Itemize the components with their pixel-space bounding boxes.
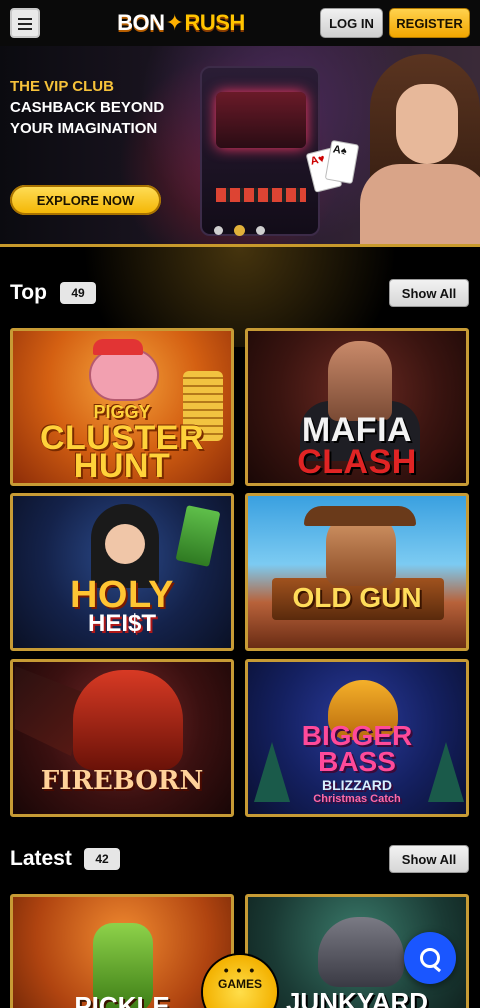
register-button[interactable]: REGISTER — [389, 8, 470, 38]
carousel-dot-3[interactable] — [256, 226, 265, 235]
latest-show-all-button[interactable]: Show All — [389, 845, 469, 873]
carousel-dot-1[interactable] — [214, 226, 223, 235]
live-chat-button[interactable] — [404, 932, 456, 984]
game-title: OLD GUN — [292, 582, 422, 613]
playing-cards-image: A♥ A♠ — [305, 139, 360, 196]
card-ace-spades: A♠ — [324, 139, 360, 185]
logo-star-icon: ✦ — [165, 10, 184, 35]
top-header: BON ✦ RUSH LOG IN REGISTER — [0, 0, 480, 46]
game-tile-mafia-clash[interactable]: MAFIA CLASH — [245, 328, 469, 486]
game-title: HEI$T — [87, 610, 156, 637]
top-count-badge: 49 — [60, 282, 96, 304]
section-title-top: Top — [10, 281, 47, 304]
promo-banner[interactable]: A♥ A♠ THE VIP CLUB CASHBACK BEYOND YOUR … — [0, 46, 480, 246]
game-title: FIREBORN — [40, 766, 204, 796]
game-title: HOLY — [69, 574, 175, 616]
game-tile-pickle[interactable]: PICKLE — [10, 894, 234, 1008]
banner-line-3: YOUR IMAGINATION — [10, 120, 158, 137]
latest-count-badge: 42 — [84, 848, 120, 870]
game-title: MAFIA — [301, 411, 413, 449]
carousel-dots — [212, 224, 272, 238]
logo-text-rush: RUSH — [184, 10, 245, 35]
site-logo[interactable]: BON ✦ RUSH — [113, 6, 249, 40]
banner-line-1: THE VIP CLUB — [10, 78, 114, 95]
game-tile-holy-heist[interactable]: HOLY HEI$T — [10, 493, 234, 651]
logo-text-bon: BON — [117, 10, 165, 35]
game-subtitle: Christmas Catch — [313, 793, 401, 805]
section-title-latest: Latest — [10, 847, 72, 870]
slot-machine-image — [200, 66, 320, 236]
game-title: HUNT — [73, 447, 171, 485]
game-title: CLASH — [297, 443, 417, 481]
explore-now-button[interactable]: EXPLORE NOW — [10, 185, 161, 215]
games-dots-icon: • • • — [223, 962, 257, 978]
banner-headline: THE VIP CLUB CASHBACK BEYOND YOUR IMAGIN… — [10, 76, 164, 139]
game-title: JUNKYARD — [285, 987, 429, 1008]
game-subtitle: BLIZZARD — [322, 777, 392, 793]
game-tile-bigger-bass-blizzard[interactable]: BIGGER BASS BLIZZARD Christmas Catch — [245, 659, 469, 817]
game-tile-old-gun[interactable]: OLD GUN — [245, 493, 469, 651]
hamburger-menu-icon[interactable] — [10, 8, 40, 38]
top-show-all-button[interactable]: Show All — [389, 279, 469, 307]
carousel-dot-2[interactable] — [234, 225, 245, 236]
game-title: PICKLE — [74, 991, 170, 1008]
game-tile-piggy-cluster-hunt[interactable]: PIGGY CLUSTER HUNT — [10, 328, 234, 486]
login-button[interactable]: LOG IN — [320, 8, 383, 38]
game-title: BASS — [318, 746, 396, 777]
game-tile-fireborn[interactable]: FIREBORN — [10, 659, 234, 817]
games-label: GAMES — [217, 977, 262, 991]
chat-icon — [420, 948, 440, 968]
banner-line-2: CASHBACK BEYOND — [10, 99, 165, 116]
